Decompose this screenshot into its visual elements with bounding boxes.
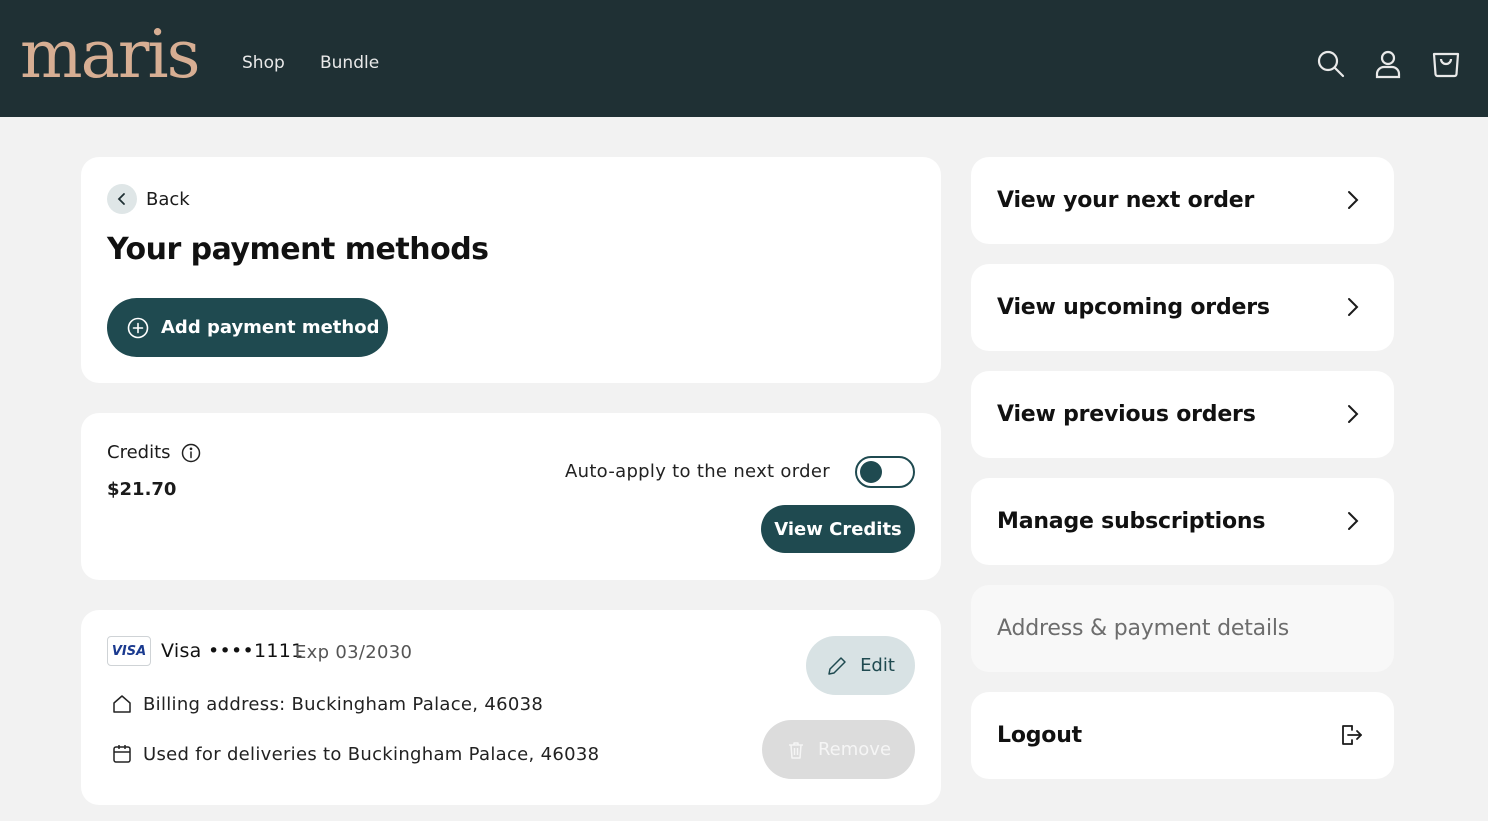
menu-address-payment[interactable]: Address & payment details (971, 585, 1394, 672)
page-title: Your payment methods (107, 232, 489, 267)
account-icon[interactable] (1372, 48, 1404, 80)
add-payment-method-label: Add payment method (161, 317, 380, 338)
menu-logout-label: Logout (997, 723, 1082, 748)
credits-label-row: Credits (107, 442, 201, 463)
menu-logout[interactable]: Logout (971, 692, 1394, 779)
chevron-right-icon (1348, 512, 1359, 530)
menu-manage-subscriptions-label: Manage subscriptions (997, 509, 1266, 534)
back-button[interactable]: Back (107, 184, 190, 214)
remove-label: Remove (817, 739, 892, 760)
edit-card-button[interactable]: Edit (806, 636, 915, 695)
site-header: maris Shop Bundle (0, 0, 1488, 117)
home-icon (113, 695, 131, 713)
auto-apply-toggle[interactable] (855, 456, 915, 488)
menu-upcoming-orders-label: View upcoming orders (997, 295, 1270, 320)
view-credits-button[interactable]: View Credits (761, 505, 915, 553)
menu-next-order[interactable]: View your next order (971, 157, 1394, 244)
visa-card-icon: VISA (107, 636, 151, 666)
search-icon[interactable] (1315, 48, 1347, 80)
billing-address-row: Billing address: Buckingham Palace, 4603… (111, 693, 543, 715)
back-label: Back (146, 188, 190, 210)
brand-logo[interactable]: maris (20, 22, 200, 88)
menu-previous-orders-label: View previous orders (997, 402, 1256, 427)
billing-address: Billing address: Buckingham Palace, 4603… (143, 693, 544, 715)
auto-apply-label: Auto-apply to the next order (565, 461, 830, 482)
card-brand: Visa (161, 640, 202, 662)
card-name: Visa ••••1111 (161, 640, 304, 662)
logout-icon (1342, 725, 1362, 745)
delivery-address-row: Used for deliveries to Buckingham Palace… (111, 743, 599, 765)
remove-card-button[interactable]: Remove (762, 720, 915, 779)
credits-card: Credits $21.70 Auto-apply to the next or… (81, 413, 941, 580)
menu-address-payment-label: Address & payment details (997, 616, 1290, 641)
edit-label: Edit (860, 655, 895, 676)
chevron-right-icon (1348, 191, 1359, 209)
menu-next-order-label: View your next order (997, 188, 1255, 213)
info-icon[interactable] (181, 443, 201, 463)
nav-link-shop[interactable]: Shop (242, 53, 285, 73)
nav-link-bundle[interactable]: Bundle (320, 53, 379, 73)
cart-icon[interactable] (1430, 48, 1462, 80)
menu-upcoming-orders[interactable]: View upcoming orders (971, 264, 1394, 351)
credits-label: Credits (107, 442, 171, 463)
card-number: ••••1111 (207, 640, 304, 662)
chevron-left-icon (107, 184, 137, 214)
saved-card-item: VISA Visa ••••1111 Exp 03/2030 Billing a… (81, 610, 941, 805)
add-payment-method-button[interactable]: Add payment method (107, 298, 388, 357)
menu-previous-orders[interactable]: View previous orders (971, 371, 1394, 458)
calendar-box-icon (113, 745, 131, 763)
credits-amount: $21.70 (107, 479, 177, 500)
pencil-icon (828, 656, 846, 675)
trash-icon (788, 741, 803, 759)
toggle-knob (860, 461, 882, 483)
plus-circle-icon (127, 317, 149, 338)
card-expiry: Exp 03/2030 (295, 642, 413, 663)
delivery-address: Used for deliveries to Buckingham Palace… (143, 743, 600, 765)
menu-manage-subscriptions[interactable]: Manage subscriptions (971, 478, 1394, 565)
chevron-right-icon (1348, 405, 1359, 423)
payment-methods-card: Back Your payment methods Add payment me… (81, 157, 941, 383)
chevron-right-icon (1348, 298, 1359, 316)
